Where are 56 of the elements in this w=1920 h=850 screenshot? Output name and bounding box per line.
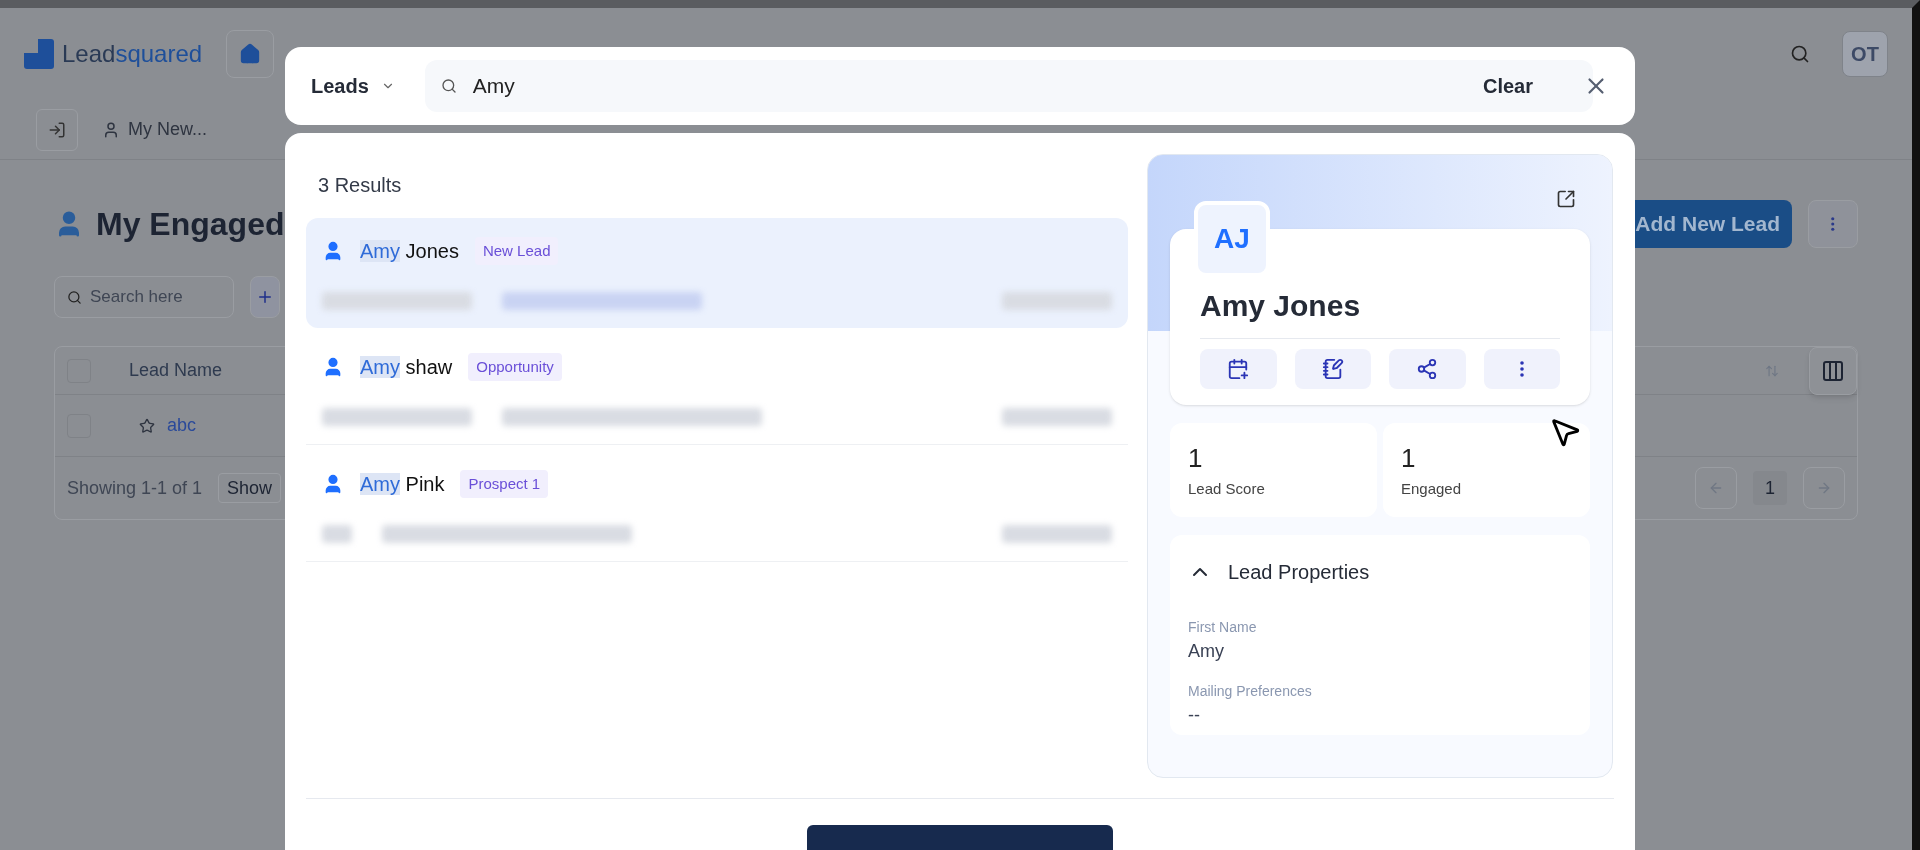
external-link-icon[interactable]	[1556, 189, 1576, 209]
result-item[interactable]: Amy shaw Opportunity	[306, 334, 1128, 445]
page-number[interactable]: 1	[1753, 471, 1787, 505]
result-name: Amy Pink	[360, 472, 445, 497]
redacted-text	[322, 525, 352, 543]
lead-name: Amy Jones	[1200, 283, 1560, 339]
arrow-left-icon	[1708, 480, 1724, 496]
result-item[interactable]: Amy Jones New Lead	[306, 218, 1128, 328]
stat-value: 1	[1401, 442, 1417, 476]
schedule-button[interactable]	[1200, 349, 1277, 389]
page-size-select[interactable]: Show	[218, 473, 282, 503]
arrow-right-icon	[1816, 480, 1832, 496]
page-title: My Engaged	[96, 205, 285, 244]
result-name: Amy Jones	[360, 239, 459, 264]
user-avatar[interactable]: OT	[1842, 31, 1888, 77]
tab[interactable]: My New...	[102, 116, 207, 143]
field-label: Mailing Preferences	[1188, 682, 1313, 701]
share-button[interactable]	[1389, 349, 1466, 389]
column-settings-button[interactable]	[1809, 346, 1857, 395]
column-header: Lead Name	[129, 359, 223, 382]
person-icon	[102, 120, 120, 139]
status-tag: Prospect 1	[460, 469, 549, 499]
note-pen-icon	[1321, 358, 1344, 380]
search-icon	[67, 289, 82, 305]
search-icon	[440, 78, 457, 94]
logo-icon	[24, 39, 54, 69]
more-icon	[1519, 361, 1524, 377]
stat-label: Engaged	[1401, 479, 1463, 500]
exit-button[interactable]	[36, 108, 78, 151]
properties-header[interactable]: Lead Properties	[1188, 557, 1572, 587]
field-value: Amy	[1188, 640, 1225, 663]
plus-icon	[256, 288, 274, 306]
result-name: Amy shaw	[360, 355, 453, 380]
search-icon[interactable]	[1790, 44, 1810, 64]
home-button[interactable]	[226, 30, 275, 78]
pagination-summary: Showing 1-1 of 1	[67, 476, 203, 500]
status-tag: Opportunity	[468, 352, 562, 382]
stat-label: Lead Score	[1188, 479, 1266, 500]
columns-icon	[1821, 358, 1845, 383]
results-count: 3 Results	[318, 173, 403, 198]
calendar-plus-icon	[1227, 358, 1250, 380]
more-icon	[1831, 217, 1835, 231]
stat-value: 1	[1188, 442, 1204, 476]
entity-dropdown[interactable]: Leads	[311, 71, 395, 101]
clear-button[interactable]: Clear	[1482, 71, 1533, 101]
home-icon	[239, 43, 262, 65]
logo-text: Leadsquared	[62, 39, 203, 69]
share-icon	[1416, 358, 1439, 380]
field-value: --	[1188, 704, 1201, 727]
add-filter-button[interactable]	[250, 276, 280, 318]
login-icon	[48, 120, 66, 139]
field-label: First Name	[1188, 618, 1258, 637]
result-item[interactable]: Amy Pink Prospect 1	[306, 451, 1128, 562]
star-icon[interactable]	[139, 417, 155, 434]
status-tag: New Lead	[474, 236, 559, 266]
note-button[interactable]	[1294, 349, 1371, 389]
